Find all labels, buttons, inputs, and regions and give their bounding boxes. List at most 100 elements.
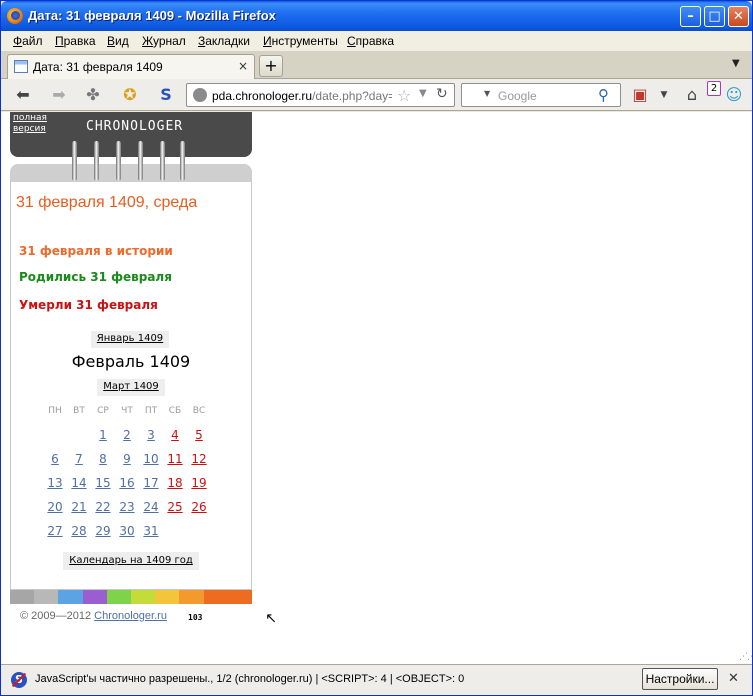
- calendar-day[interactable]: 17: [139, 476, 163, 490]
- died-link[interactable]: Умерли 31 февраля: [19, 298, 158, 312]
- calendar-day[interactable]: 18: [163, 476, 187, 490]
- tab-active[interactable]: Дата: 31 февраля 1409 ×: [7, 54, 255, 79]
- settings-button[interactable]: Настройки...: [642, 668, 718, 690]
- url-bar[interactable]: pda.chronologer.ru/date.php?day=3: ☆ ▼ ↻: [186, 83, 455, 107]
- firefox-logo-icon: [7, 8, 23, 24]
- spiral-ring: [180, 141, 185, 181]
- prev-month-button[interactable]: Январь 1409: [91, 331, 169, 348]
- calendar-day[interactable]: 7: [67, 452, 91, 466]
- tab-label: Дата: 31 февраля 1409: [33, 60, 163, 74]
- calendar-day[interactable]: 22: [91, 500, 115, 514]
- maximize-button[interactable]: □: [704, 6, 725, 27]
- born-link[interactable]: Родились 31 февраля: [19, 270, 172, 284]
- color-strip-segment: [58, 590, 83, 604]
- calendar-day[interactable]: 3: [139, 428, 163, 442]
- calendar-day[interactable]: 19: [187, 476, 211, 490]
- weekday-label: СБ: [168, 406, 182, 416]
- color-strip: [10, 590, 253, 604]
- menu-edit[interactable]: Правка: [55, 34, 96, 48]
- url-text[interactable]: pda.chronologer.ru/date.php?day=3:: [212, 89, 392, 103]
- calendar-day[interactable]: 5: [187, 428, 211, 442]
- next-month-button[interactable]: Март 1409: [97, 379, 165, 396]
- spiral-ring: [138, 141, 143, 181]
- addon-icon[interactable]: ✪: [119, 85, 141, 105]
- calendar-day[interactable]: 1: [91, 428, 115, 442]
- toolbar-dropdown-icon[interactable]: ▼: [653, 85, 675, 105]
- status-close-icon[interactable]: ✕: [728, 671, 739, 686]
- calendar-day[interactable]: 6: [43, 452, 67, 466]
- color-strip-segment: [34, 590, 59, 604]
- color-strip-segment: [179, 590, 204, 604]
- calendar-day[interactable]: 28: [67, 524, 91, 538]
- calendar-day[interactable]: 10: [139, 452, 163, 466]
- menu-bookmarks[interactable]: Закладки: [198, 34, 250, 48]
- tab-close-icon[interactable]: ×: [238, 59, 248, 73]
- minimize-button[interactable]: –: [680, 6, 701, 27]
- tab-list-icon[interactable]: ▼: [732, 58, 740, 69]
- mouse-cursor-icon: ↑: [262, 609, 282, 629]
- new-tab-button[interactable]: +: [259, 55, 283, 77]
- calendar-day[interactable]: 15: [91, 476, 115, 490]
- calendar-day[interactable]: 25: [163, 500, 187, 514]
- weekday-label: ВТ: [73, 406, 85, 416]
- chat-bot-icon[interactable]: ☺: [723, 85, 745, 105]
- calendar-day[interactable]: 29: [91, 524, 115, 538]
- calendar-day[interactable]: 9: [115, 452, 139, 466]
- calendar-day[interactable]: 24: [139, 500, 163, 514]
- navigation-toolbar: ⬅ ➡ ✤ ✪ S pda.chronologer.ru/date.php?da…: [1, 79, 752, 111]
- url-dropdown-icon[interactable]: ▼: [419, 88, 427, 99]
- copyright-link[interactable]: Chronologer.ru: [94, 610, 167, 622]
- calendar-day[interactable]: 26: [187, 500, 211, 514]
- menu-file[interactable]: Файл: [13, 34, 43, 48]
- site-logo[interactable]: CHRONOLOGER: [86, 119, 183, 134]
- search-engine-dropdown-icon[interactable]: ▼: [484, 89, 490, 98]
- calendar-day[interactable]: 31: [139, 524, 163, 538]
- menu-tools[interactable]: Инструменты: [263, 34, 338, 48]
- calendar-day[interactable]: 13: [43, 476, 67, 490]
- color-strip-segment: [155, 590, 180, 604]
- spiral-ring: [72, 141, 77, 181]
- calendar-day[interactable]: 11: [163, 452, 187, 466]
- year-calendar-button[interactable]: Календарь на 1409 год: [63, 552, 199, 570]
- calendar-day[interactable]: 30: [115, 524, 139, 538]
- search-magnifier-icon[interactable]: ⚲: [598, 86, 609, 104]
- close-button[interactable]: ✕: [728, 6, 749, 27]
- home-icon[interactable]: ⌂: [681, 85, 703, 105]
- calendar-day[interactable]: 27: [43, 524, 67, 538]
- forward-arrow-icon[interactable]: ➡: [48, 85, 70, 105]
- calendar-day[interactable]: 20: [43, 500, 67, 514]
- menu-bar: Файл Правка Вид Журнал Закладки Инструме…: [1, 31, 752, 51]
- calendar-day[interactable]: 14: [67, 476, 91, 490]
- reload-icon[interactable]: ↻: [436, 86, 448, 102]
- globe-icon: [193, 88, 207, 102]
- date-heading: 31 февраля 1409, среда: [16, 194, 198, 211]
- calendar-day[interactable]: 21: [67, 500, 91, 514]
- full-version-link[interactable]: полная версия: [13, 113, 63, 135]
- calendar-day[interactable]: 8: [91, 452, 115, 466]
- resize-grip-icon[interactable]: ⋰⋰: [739, 652, 753, 662]
- bookmark-star-icon[interactable]: ☆: [397, 86, 411, 105]
- search-placeholder[interactable]: Google: [498, 89, 537, 103]
- count-badge[interactable]: 2: [707, 81, 721, 96]
- calendar-day[interactable]: 2: [115, 428, 139, 442]
- title-bar[interactable]: Дата: 31 февраля 1409 - Mozilla Firefox …: [1, 1, 752, 31]
- back-arrow-icon[interactable]: ⬅: [12, 85, 34, 105]
- visit-counter: 103: [188, 613, 203, 622]
- menu-history[interactable]: Журнал: [142, 34, 186, 48]
- calendar-day[interactable]: 16: [115, 476, 139, 490]
- history-link[interactable]: 31 февраля в истории: [19, 244, 173, 258]
- extension-puzzle-icon[interactable]: ✤: [82, 85, 104, 105]
- color-strip-segment: [227, 590, 253, 604]
- noscript-icon[interactable]: S: [155, 85, 177, 105]
- calendar-day[interactable]: 23: [115, 500, 139, 514]
- calendar-day[interactable]: 4: [163, 428, 187, 442]
- menu-help[interactable]: Справка: [347, 34, 394, 48]
- calendar-day[interactable]: 12: [187, 452, 211, 466]
- weekday-label: ПН: [48, 406, 62, 416]
- color-strip-segment: [131, 590, 156, 604]
- screenshot-icon[interactable]: ▣: [629, 85, 651, 105]
- menu-view[interactable]: Вид: [107, 34, 129, 48]
- status-text: JavaScript'ы частично разрешены., 1/2 (c…: [35, 673, 465, 685]
- search-bar[interactable]: ▼ Google ⚲: [461, 83, 621, 107]
- noscript-status-icon[interactable]: S: [11, 672, 27, 688]
